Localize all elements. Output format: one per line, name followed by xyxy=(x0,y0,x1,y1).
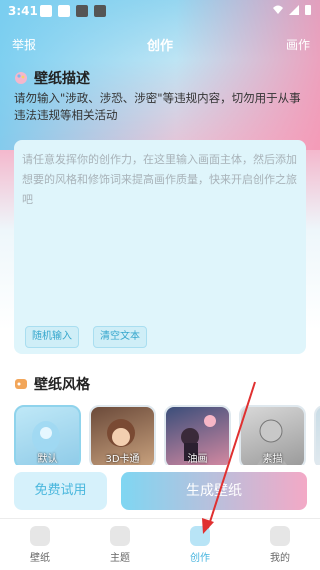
tab-theme[interactable]: 主题 xyxy=(80,519,160,570)
description-title-text: 壁纸描述 xyxy=(34,71,90,87)
notification-icon xyxy=(58,5,70,17)
style-section-title: 壁纸风格 xyxy=(14,374,90,394)
tab-label: 壁纸 xyxy=(30,553,50,564)
status-icons xyxy=(272,4,312,16)
top-app-bar: 举报 创作 画作 xyxy=(0,34,320,56)
tab-create[interactable]: 创作 xyxy=(160,519,240,570)
clear-text-button[interactable]: 清空文本 xyxy=(93,326,147,348)
palette-icon xyxy=(15,72,27,84)
style-label: 素描 xyxy=(262,454,283,465)
style-label: 默认 xyxy=(37,454,58,465)
free-trial-button[interactable]: 免费试用 xyxy=(14,472,107,510)
notification-icon xyxy=(40,5,52,17)
style-option-3d-cartoon[interactable]: 3D卡通 xyxy=(89,405,156,465)
prompt-textarea[interactable]: 请任意发挥你的创作力，在这里输入画面主体，然后添加想要的风格和修饰词来提高画作质… xyxy=(14,140,306,354)
style-option-more[interactable] xyxy=(314,405,320,465)
style-list: 默认 3D卡通 油画 素描 xyxy=(14,405,320,465)
profile-icon xyxy=(270,526,290,546)
style-option-oil-painting[interactable]: 油画 xyxy=(164,405,231,465)
prompt-placeholder: 请任意发挥你的创作力，在这里输入画面主体，然后添加想要的风格和修饰词来提高画作质… xyxy=(22,153,297,206)
battery-icon xyxy=(305,5,311,15)
content-warning-text: 请勿输入"涉政、涉恐、涉密"等违规内容，切勿用于从事违法违规等相关活动 xyxy=(14,91,301,122)
style-icon xyxy=(15,379,27,389)
page-title: 创作 xyxy=(146,39,173,54)
tab-wallpaper[interactable]: 壁纸 xyxy=(0,519,80,570)
status-bar: 3:41 xyxy=(0,0,320,24)
status-time: 3:41 xyxy=(8,4,38,18)
notification-icon xyxy=(94,5,106,17)
description-section-title: 壁纸描述 xyxy=(14,68,90,88)
bottom-tab-bar: 壁纸 主题 创作 我的 xyxy=(0,518,320,570)
signal-icon xyxy=(289,5,299,15)
gallery-button[interactable]: 画作 xyxy=(286,36,310,53)
style-option-default[interactable]: 默认 xyxy=(14,405,81,465)
tab-profile[interactable]: 我的 xyxy=(240,519,320,570)
style-option-sketch[interactable]: 素描 xyxy=(239,405,306,465)
theme-icon xyxy=(110,526,130,546)
style-title-text: 壁纸风格 xyxy=(34,377,90,393)
tab-label: 我的 xyxy=(270,553,290,564)
style-label: 油画 xyxy=(187,454,208,465)
create-icon xyxy=(190,526,210,546)
style-label: 3D卡通 xyxy=(105,454,140,465)
wifi-icon xyxy=(273,5,283,14)
tab-label: 主题 xyxy=(110,553,130,564)
generate-wallpaper-button[interactable]: 生成壁纸 xyxy=(121,472,307,510)
notification-icon xyxy=(76,5,88,17)
tab-label: 创作 xyxy=(190,553,210,564)
wallpaper-icon xyxy=(30,526,50,546)
random-input-button[interactable]: 随机输入 xyxy=(25,326,79,348)
